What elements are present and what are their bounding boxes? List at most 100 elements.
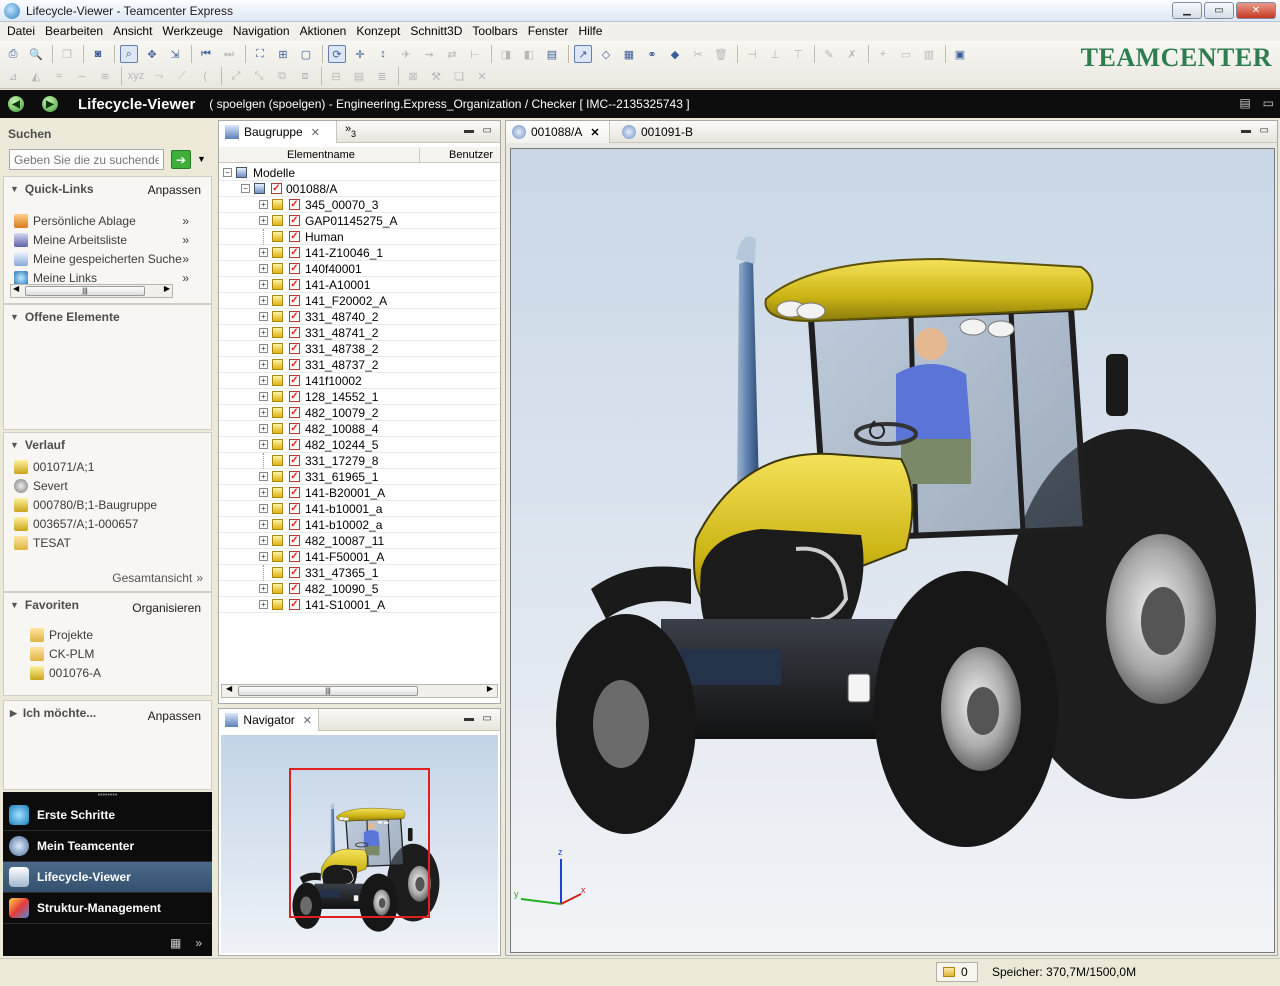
tree-row[interactable]: ✓ 331_47365_1: [219, 565, 500, 581]
expand-icon[interactable]: +: [259, 552, 268, 561]
3d-viewport[interactable]: z y x: [510, 148, 1275, 953]
maximize-button[interactable]: ▭: [1204, 2, 1234, 19]
maximize-view-icon[interactable]: ▭: [1260, 125, 1269, 136]
quicklink-personal-folder[interactable]: Persönliche Ablage »: [4, 211, 211, 230]
wireframe-icon[interactable]: ⊿: [4, 67, 22, 85]
visibility-checkbox[interactable]: ✓: [289, 311, 300, 322]
expand-icon[interactable]: +: [259, 312, 268, 321]
tree-row[interactable]: + ✓ 141f10002: [219, 373, 500, 389]
camera-icon[interactable]: ◙: [89, 45, 107, 63]
history-show-all-link[interactable]: Gesamtansicht»: [112, 568, 203, 587]
visibility-checkbox[interactable]: ✓: [289, 231, 300, 242]
axis-icon[interactable]: ⤳: [150, 67, 168, 85]
forward-icon[interactable]: ▶: [42, 96, 58, 112]
tree-row[interactable]: + ✓ 141-S10001_A: [219, 597, 500, 613]
stop-icon[interactable]: ✕: [473, 67, 491, 85]
quicklink-saved-searches[interactable]: Meine gespeicherten Suche »: [4, 249, 211, 268]
frame-icon[interactable]: ▢: [297, 45, 315, 63]
perspective-maximize-icon[interactable]: ▭: [1263, 96, 1274, 110]
visibility-checkbox[interactable]: ✓: [289, 263, 300, 274]
sash-grip[interactable]: ••••••••: [3, 792, 212, 800]
menu-schnitt3d[interactable]: Schnitt3D: [405, 22, 467, 41]
visibility-checkbox[interactable]: ✓: [289, 279, 300, 290]
visibility-checkbox[interactable]: ✓: [289, 295, 300, 306]
maximize-view-icon[interactable]: ▭: [483, 125, 492, 136]
slash-icon[interactable]: ⟋: [173, 67, 191, 85]
table-icon[interactable]: ▤: [543, 45, 561, 63]
tree-row[interactable]: + ✓ 331_48741_2: [219, 325, 500, 341]
print-preview-icon[interactable]: 🔍: [27, 45, 45, 63]
column-elementname[interactable]: Elementname: [287, 149, 355, 161]
quicklinks-customize-link[interactable]: Anpassen: [148, 183, 201, 197]
search-go-icon[interactable]: ➔: [171, 150, 191, 169]
shaded-icon[interactable]: ◭: [27, 67, 45, 85]
visibility-checkbox[interactable]: ✓: [289, 503, 300, 514]
menu-konzept[interactable]: Konzept: [351, 22, 405, 41]
visibility-checkbox[interactable]: ✓: [289, 423, 300, 434]
minimize-view-icon[interactable]: ▬: [464, 125, 474, 136]
visibility-checkbox[interactable]: ✓: [289, 439, 300, 450]
menu-toolbars[interactable]: Toolbars: [467, 22, 522, 41]
expand-icon[interactable]: +: [259, 504, 268, 513]
eraser-icon[interactable]: ◆: [666, 45, 684, 63]
orbit-icon[interactable]: ⊢: [466, 45, 484, 63]
tree-row[interactable]: ✓ Human: [219, 229, 500, 245]
more-perspectives-icon[interactable]: »: [195, 936, 202, 950]
configure-icon[interactable]: ▦: [170, 936, 181, 950]
expand-icon[interactable]: +: [259, 296, 268, 305]
expand-icon[interactable]: +: [259, 536, 268, 545]
tools-icon[interactable]: ✂: [689, 45, 707, 63]
window-icon[interactable]: ▭: [897, 45, 915, 63]
copy-icon[interactable]: ❐: [58, 45, 76, 63]
move-icon[interactable]: ✥: [143, 45, 161, 63]
surface-icon[interactable]: ≋: [96, 67, 114, 85]
menu-navigation[interactable]: Navigation: [228, 22, 295, 41]
expand-icon[interactable]: +: [259, 328, 268, 337]
i-want-to-customize-link[interactable]: Anpassen: [148, 709, 201, 723]
measure-face-icon[interactable]: ⊤: [789, 45, 807, 63]
menu-hilfe[interactable]: Hilfe: [573, 22, 607, 41]
curves-icon[interactable]: ∼: [73, 67, 91, 85]
measure-point-icon[interactable]: ⊣: [743, 45, 761, 63]
first-frame-icon[interactable]: ⏮: [197, 45, 215, 63]
tab-baugruppe[interactable]: Baugruppe ✕: [219, 121, 337, 143]
add-icon[interactable]: +: [874, 45, 892, 63]
visibility-checkbox[interactable]: ✓: [289, 551, 300, 562]
history-item[interactable]: 001071/A;1: [4, 457, 211, 476]
cancel-icon[interactable]: ⊠: [404, 67, 422, 85]
link-icon[interactable]: ⚭: [643, 45, 661, 63]
tree-row[interactable]: + ✓ 141_F20002_A: [219, 293, 500, 309]
expand-icon[interactable]: +: [259, 264, 268, 273]
close-button[interactable]: ✕: [1236, 2, 1276, 19]
visibility-checkbox[interactable]: ✓: [271, 183, 282, 194]
tree-row[interactable]: + ✓ 482_10090_5: [219, 581, 500, 597]
expand-icon[interactable]: +: [259, 600, 268, 609]
history-item[interactable]: Severt: [4, 476, 211, 495]
visibility-checkbox[interactable]: ✓: [289, 327, 300, 338]
diamond-icon[interactable]: ◇: [597, 45, 615, 63]
favorites-organize-link[interactable]: Organisieren: [132, 601, 201, 615]
history-item[interactable]: TESAT: [4, 533, 211, 552]
explode-icon[interactable]: ◧: [520, 45, 538, 63]
zoom-select-icon[interactable]: ⌕: [120, 45, 138, 63]
wrench-icon[interactable]: ⚒: [427, 67, 445, 85]
collapse-triangle-icon[interactable]: ▼: [10, 440, 19, 450]
collapse-triangle-icon[interactable]: ▼: [10, 312, 19, 322]
tree-root[interactable]: − Modelle: [219, 165, 500, 181]
section-icon[interactable]: ◨: [497, 45, 515, 63]
spin-icon[interactable]: ⇄: [443, 45, 461, 63]
collapse-triangle-icon[interactable]: ▼: [10, 600, 19, 610]
edges-icon[interactable]: ≈: [50, 67, 68, 85]
pan-icon[interactable]: ✛: [351, 45, 369, 63]
fly-icon[interactable]: ✈: [397, 45, 415, 63]
visibility-checkbox[interactable]: ✓: [289, 215, 300, 226]
pick-icon[interactable]: ⇲: [166, 45, 184, 63]
minimize-view-icon[interactable]: ▬: [464, 713, 474, 724]
print-icon[interactable]: ⎙: [4, 45, 22, 63]
tree-row[interactable]: + ✓ 331_48737_2: [219, 357, 500, 373]
measure-edge-icon[interactable]: ⊥: [766, 45, 784, 63]
tree-row[interactable]: + ✓ 482_10244_5: [219, 437, 500, 453]
close-tab-icon[interactable]: ✕: [303, 714, 312, 727]
collapse-icon[interactable]: −: [241, 184, 250, 193]
markup-clear-icon[interactable]: ✗: [843, 45, 861, 63]
